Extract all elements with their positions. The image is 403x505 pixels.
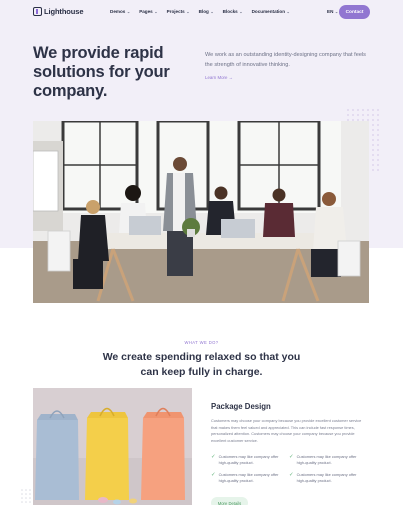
- site-header: Lighthouse Demos ⌄ Pages ⌄ Projects ⌄ Blog ⌄…: [0, 0, 403, 24]
- nav-label: Pages: [139, 9, 153, 14]
- feature-item: ✓ Customers may like company offer high-…: [211, 472, 286, 484]
- feature-text: Customers may like company offer high-qu…: [296, 454, 357, 465]
- section-kicker: WHAT WE DO?: [184, 340, 219, 345]
- nav-pages[interactable]: Pages ⌄: [139, 9, 157, 14]
- feature-item: ✓ Customers may like company offer high-…: [289, 472, 364, 484]
- chevron-down-icon: ⌄: [154, 9, 158, 14]
- chevron-down-icon: ⌄: [334, 9, 339, 14]
- nav-label: Demos: [110, 9, 126, 14]
- nav-label: Blog: [198, 9, 209, 14]
- package-description: Customers may choose your company becaus…: [211, 418, 362, 443]
- logo-icon: [33, 7, 42, 16]
- section-title: We create spending relaxed so that you c…: [102, 351, 301, 378]
- check-icon: ✓: [211, 472, 216, 478]
- feature-text: Customers may like company offer high-qu…: [218, 454, 279, 465]
- chevron-down-icon: ⌄: [186, 9, 190, 14]
- team-meeting-photo: [33, 121, 369, 303]
- chevron-down-icon: ⌄: [126, 9, 131, 14]
- more-details-button[interactable]: More Details: [211, 497, 248, 505]
- language-selector[interactable]: EN ⌄: [327, 9, 338, 14]
- check-icon: ✓: [211, 454, 216, 460]
- nav-label: Blocks: [222, 9, 238, 14]
- nav-blog[interactable]: Blog ⌄: [199, 9, 214, 14]
- hero-title: We provide rapid solutions for your comp…: [33, 44, 170, 100]
- dot-pattern-decoration: [21, 489, 31, 503]
- chevron-down-icon: ⌄: [239, 9, 243, 14]
- nav-documentation[interactable]: Documentation ⌄: [252, 9, 290, 14]
- logo[interactable]: Lighthouse: [33, 7, 84, 16]
- main-nav: Demos ⌄ Pages ⌄ Projects ⌄ Blog ⌄ Blocks ⌄ Do…: [110, 9, 290, 14]
- feature-text: Customers may like company offer high-qu…: [296, 472, 357, 483]
- feature-text: Customers may like company offer high-qu…: [218, 472, 279, 483]
- hero-description: We work as an outstanding identity-desig…: [205, 52, 366, 68]
- package-title: Package Design: [211, 402, 271, 411]
- check-icon: ✓: [289, 454, 294, 460]
- chevron-down-icon: ⌄: [210, 9, 214, 14]
- feature-item: ✓ Customers may like company offer high-…: [211, 454, 286, 466]
- nav-label: Projects: [166, 9, 185, 14]
- package-design-photo: [33, 388, 192, 505]
- nav-label: Documentation: [251, 9, 286, 14]
- feature-item: ✓ Customers may like company offer high-…: [289, 454, 364, 466]
- nav-projects[interactable]: Projects ⌄: [167, 9, 190, 14]
- language-label: EN: [327, 9, 334, 14]
- contact-button[interactable]: Contact: [339, 5, 370, 19]
- nav-blocks[interactable]: Blocks ⌄: [223, 9, 243, 14]
- learn-more-link[interactable]: Learn More →: [205, 75, 233, 80]
- logo-text: Lighthouse: [44, 7, 84, 16]
- nav-demos[interactable]: Demos ⌄: [110, 9, 130, 14]
- chevron-down-icon: ⌄: [286, 9, 290, 14]
- check-icon: ✓: [289, 472, 294, 478]
